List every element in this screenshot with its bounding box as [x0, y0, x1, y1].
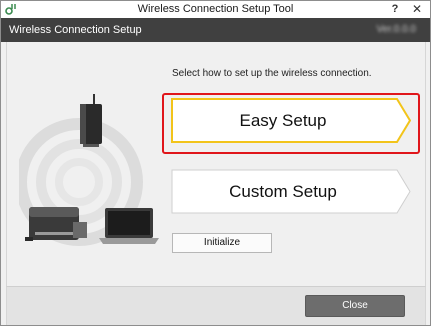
help-button[interactable]: ? [387, 1, 403, 17]
footer-bar: Close [6, 286, 426, 325]
signal-ring-inner [55, 158, 103, 206]
title-bar: Wireless Connection Setup Tool ? ✕ [1, 1, 430, 18]
scanner-icon [25, 207, 87, 241]
laptop-icon [99, 208, 159, 244]
custom-setup-label: Custom Setup [229, 182, 337, 201]
instruction-text: Select how to set up the wireless connec… [172, 68, 372, 79]
window-title: Wireless Connection Setup Tool [137, 3, 294, 15]
window-close-button[interactable]: ✕ [406, 1, 428, 17]
header-title: Wireless Connection Setup [9, 24, 142, 36]
close-button[interactable]: Close [305, 295, 405, 317]
easy-setup-button[interactable]: Easy Setup [171, 98, 411, 143]
router-icon [80, 94, 102, 147]
version-label: Ver.0.0.0 [376, 24, 416, 35]
header-bar: Wireless Connection Setup Ver.0.0.0 [1, 18, 430, 42]
easy-setup-label: Easy Setup [239, 111, 327, 130]
setup-tool-window: Wireless Connection Setup Tool ? ✕ Wirel… [0, 0, 431, 326]
wireless-devices-illustration [19, 94, 159, 246]
custom-setup-button[interactable]: Custom Setup [171, 169, 411, 214]
main-panel: Select how to set up the wireless connec… [6, 42, 426, 286]
initialize-button[interactable]: Initialize [172, 233, 272, 253]
